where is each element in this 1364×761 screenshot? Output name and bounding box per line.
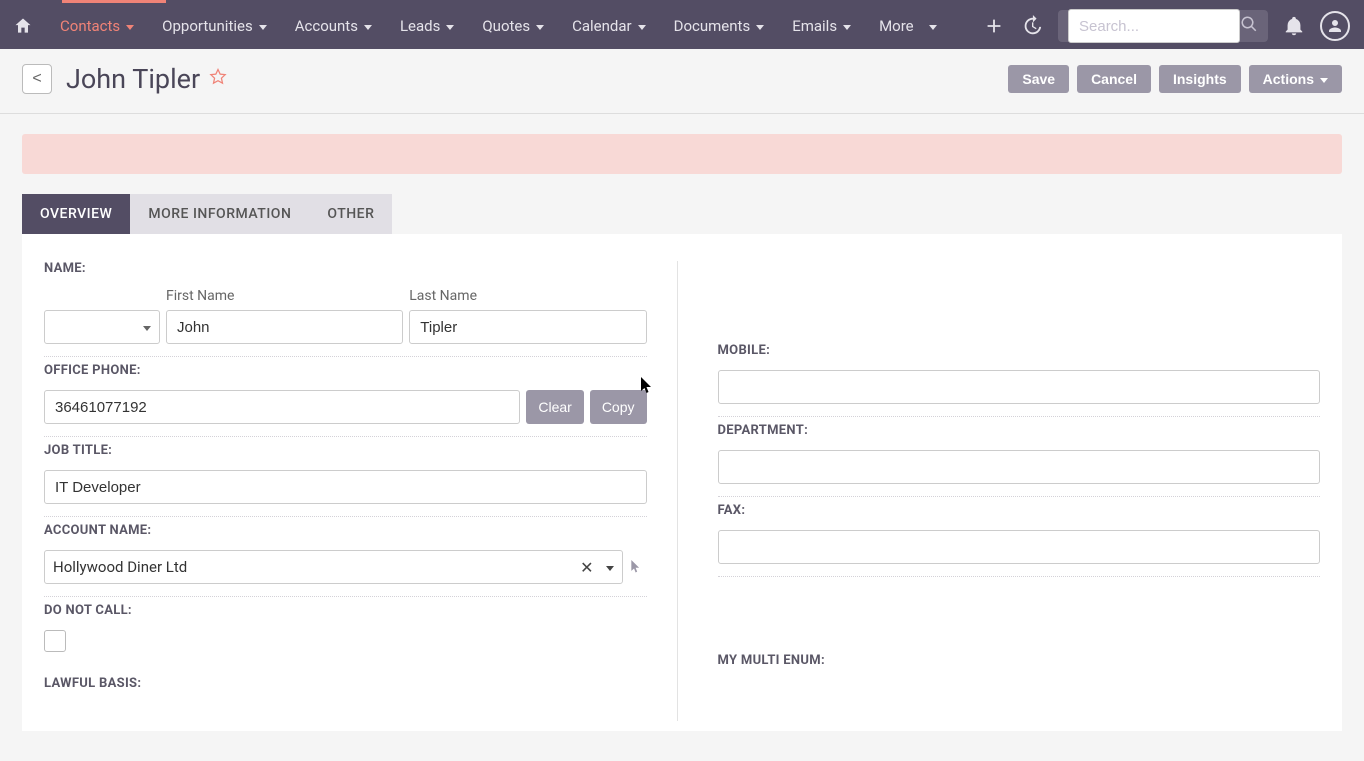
job-title-input[interactable] (44, 470, 647, 504)
copy-phone-button[interactable]: Copy (590, 390, 647, 424)
department-label: DEPARTMENT: (718, 423, 1321, 438)
nav-more[interactable]: More (865, 3, 951, 49)
nav-calendar-label: Calendar (572, 17, 632, 35)
chevron-down-icon (929, 25, 937, 30)
clear-phone-button[interactable]: Clear (526, 390, 583, 424)
account-clear-icon[interactable]: ✕ (574, 558, 599, 577)
nav-accounts[interactable]: Accounts (281, 3, 386, 49)
main-navbar: Contacts Opportunities Accounts Leads Qu… (0, 3, 1364, 49)
fax-input[interactable] (718, 530, 1321, 564)
fax-label: FAX: (718, 503, 1321, 518)
do-not-call-label: DO NOT CALL: (44, 603, 647, 618)
search-input[interactable] (1068, 9, 1240, 43)
last-name-label: Last Name (409, 288, 646, 304)
favorite-star-icon[interactable] (208, 67, 228, 91)
chevron-down-icon (1320, 78, 1328, 83)
history-icon[interactable] (1020, 14, 1044, 38)
job-title-label: JOB TITLE: (44, 443, 647, 458)
page-title: John Tipler (66, 63, 200, 95)
nav-quotes-label: Quotes (482, 17, 530, 35)
nav-documents-label: Documents (674, 17, 751, 35)
chevron-down-icon (143, 326, 151, 331)
department-input[interactable] (718, 450, 1321, 484)
home-icon[interactable] (0, 3, 46, 49)
insights-button[interactable]: Insights (1159, 65, 1241, 93)
add-icon[interactable] (982, 14, 1006, 38)
account-name-value[interactable]: Hollywood Diner Ltd (53, 558, 574, 576)
actions-dropdown[interactable]: Actions (1249, 65, 1342, 93)
chevron-down-icon (446, 25, 454, 30)
chevron-down-icon (756, 25, 764, 30)
mobile-label: MOBILE: (718, 343, 1321, 358)
nav-leads[interactable]: Leads (386, 3, 468, 49)
chevron-down-icon (126, 25, 134, 30)
chevron-down-icon (536, 25, 544, 30)
nav-calendar[interactable]: Calendar (558, 3, 660, 49)
nav-leads-label: Leads (400, 17, 440, 35)
account-dropdown-icon[interactable] (606, 566, 614, 571)
tabs: OVERVIEW MORE INFORMATION OTHER (22, 194, 1342, 234)
my-multi-enum-label: MY MULTI ENUM: (718, 653, 1321, 668)
user-avatar[interactable] (1320, 11, 1350, 41)
account-name-label: ACCOUNT NAME: (44, 523, 647, 538)
cancel-button[interactable]: Cancel (1077, 65, 1151, 93)
tab-overview[interactable]: OVERVIEW (22, 194, 130, 234)
search-icon[interactable] (1240, 15, 1258, 37)
nav-documents[interactable]: Documents (660, 3, 779, 49)
alert-banner (22, 134, 1342, 174)
search-input-container (1058, 10, 1268, 42)
last-name-input[interactable] (409, 310, 646, 344)
save-button[interactable]: Save (1008, 65, 1069, 93)
back-button[interactable]: < (22, 64, 52, 94)
account-select-icon[interactable] (629, 560, 647, 574)
actions-label: Actions (1263, 71, 1314, 87)
nav-contacts[interactable]: Contacts (46, 3, 148, 49)
nav-accounts-label: Accounts (295, 17, 358, 35)
chevron-down-icon (364, 25, 372, 30)
do-not-call-checkbox[interactable] (44, 630, 66, 652)
name-label: NAME: (44, 261, 647, 276)
salutation-spacer (44, 288, 160, 304)
bell-icon[interactable] (1282, 14, 1306, 38)
mobile-input[interactable] (718, 370, 1321, 404)
nav-emails[interactable]: Emails (778, 3, 865, 49)
tab-other[interactable]: OTHER (309, 194, 392, 234)
nav-more-label: More (879, 17, 914, 35)
nav-quotes[interactable]: Quotes (468, 3, 558, 49)
first-name-label: First Name (166, 288, 403, 304)
tab-more-information[interactable]: MORE INFORMATION (130, 194, 309, 234)
nav-opportunities-label: Opportunities (162, 17, 253, 35)
office-phone-label: OFFICE PHONE: (44, 363, 647, 378)
nav-emails-label: Emails (792, 17, 837, 35)
nav-opportunities[interactable]: Opportunities (148, 3, 281, 49)
nav-contacts-label: Contacts (60, 17, 120, 35)
chevron-down-icon (843, 25, 851, 30)
page-header: < John Tipler Save Cancel Insights Actio… (0, 49, 1364, 114)
form-panel: NAME: First Name Last Name (22, 234, 1342, 731)
chevron-down-icon (259, 25, 267, 30)
first-name-input[interactable] (166, 310, 403, 344)
lawful-basis-label: LAWFUL BASIS: (44, 676, 647, 691)
office-phone-input[interactable] (44, 390, 520, 424)
salutation-select[interactable] (44, 310, 160, 344)
chevron-down-icon (638, 25, 646, 30)
